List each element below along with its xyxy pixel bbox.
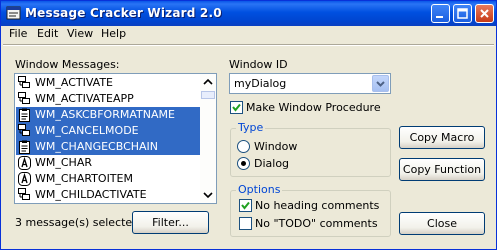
close-icon[interactable] — [475, 4, 494, 23]
list-item-label: WM_ASKCBFORMATNAME — [35, 108, 175, 121]
no-todo-comments-checkbox[interactable] — [239, 217, 252, 230]
message-map-icon — [18, 76, 31, 90]
list-item[interactable]: WM_ACTIVATEAPP — [16, 91, 200, 107]
message-map-icon — [18, 124, 31, 138]
dropdown-arrow-icon[interactable] — [372, 75, 389, 92]
close-button[interactable]: Close — [399, 212, 485, 235]
filter-button[interactable]: Filter... — [132, 211, 209, 234]
list-item-label: WM_ACTIVATEAPP — [35, 92, 134, 105]
copy-function-button[interactable]: Copy Function — [399, 158, 485, 181]
list-item-label: WM_CHILDACTIVATE — [35, 188, 147, 201]
type-group-legend: Type — [236, 121, 266, 134]
list-item-label: WM_CANCELMODE — [35, 124, 139, 137]
scroll-down-icon[interactable] — [200, 187, 216, 203]
list-item[interactable]: WM_CHANGECBCHAIN — [16, 139, 200, 155]
checkmark-icon — [232, 103, 241, 112]
message-map-icon — [18, 188, 31, 202]
no-heading-comments-checkbox[interactable] — [239, 199, 252, 212]
list-item[interactable]: WM_CANCELMODE — [16, 123, 200, 139]
list-item-label: WM_ACTIVATE — [35, 76, 114, 89]
list-item-label: WM_CHAR — [35, 156, 92, 169]
window-messages-label: Window Messages: — [15, 58, 120, 71]
menu-view[interactable]: View — [67, 27, 93, 40]
no-heading-comments-label[interactable]: No heading comments — [255, 199, 379, 212]
maximize-icon[interactable] — [453, 4, 472, 23]
list-item[interactable]: WM_ACTIVATE — [16, 75, 200, 91]
wizard-app-icon[interactable] — [6, 5, 22, 21]
list-item[interactable]: WM_CHILDACTIVATE — [16, 187, 200, 203]
list-item[interactable]: WM_ASKCBFORMATNAME — [16, 107, 200, 123]
keyboard-message-icon — [18, 172, 31, 186]
menu-file[interactable]: File — [9, 27, 27, 40]
radio-window-label[interactable]: Window — [254, 140, 297, 153]
selection-status: 3 message(s) selected. — [15, 216, 143, 229]
menu-help[interactable]: Help — [101, 27, 126, 40]
title-bar[interactable]: Message Cracker Wizard 2.0 — [1, 1, 496, 26]
window-title: Message Cracker Wizard 2.0 — [25, 6, 222, 20]
radio-dialog-label[interactable]: Dialog — [254, 157, 289, 170]
scroll-up-icon[interactable] — [200, 74, 216, 90]
menu-edit[interactable]: Edit — [37, 27, 58, 40]
no-todo-comments-label[interactable]: No "TODO" comments — [255, 217, 378, 230]
keyboard-message-icon — [18, 156, 31, 170]
window-messages-listbox[interactable]: WM_ACTIVATE WM_ACTIVATEAPP WM_ASKCBFORMATN… — [14, 73, 217, 204]
message-map-icon — [18, 92, 31, 106]
radio-window[interactable] — [237, 140, 250, 153]
list-item[interactable]: WM_CHAR — [16, 155, 200, 171]
list-item-label: WM_CHARTOITEM — [35, 172, 133, 185]
list-scrollbar[interactable] — [200, 74, 216, 203]
make-window-procedure-checkbox[interactable] — [230, 101, 243, 114]
message-cracker-window: Message Cracker Wizard 2.0 File Edit Vie… — [0, 0, 497, 250]
radio-selected-dot — [241, 161, 246, 166]
window-id-value[interactable]: myDialog — [234, 77, 286, 90]
checkmark-icon — [241, 201, 250, 210]
menu-bar: File Edit View Help — [1, 26, 496, 44]
window-id-label: Window ID — [229, 58, 288, 71]
scroll-thumb[interactable] — [201, 91, 215, 99]
clipboard-message-icon — [18, 140, 31, 154]
make-window-procedure-label[interactable]: Make Window Procedure — [246, 101, 381, 114]
copy-macro-button[interactable]: Copy Macro — [399, 126, 485, 149]
clipboard-message-icon — [18, 108, 31, 122]
list-item-label: WM_CHANGECBCHAIN — [35, 140, 159, 153]
list-item[interactable]: WM_CHARTOITEM — [16, 171, 200, 187]
window-id-combobox[interactable]: myDialog — [229, 73, 391, 94]
menu-separator — [3, 44, 494, 46]
options-group-legend: Options — [236, 183, 283, 196]
minimize-icon[interactable] — [431, 4, 450, 23]
radio-dialog[interactable] — [237, 157, 250, 170]
